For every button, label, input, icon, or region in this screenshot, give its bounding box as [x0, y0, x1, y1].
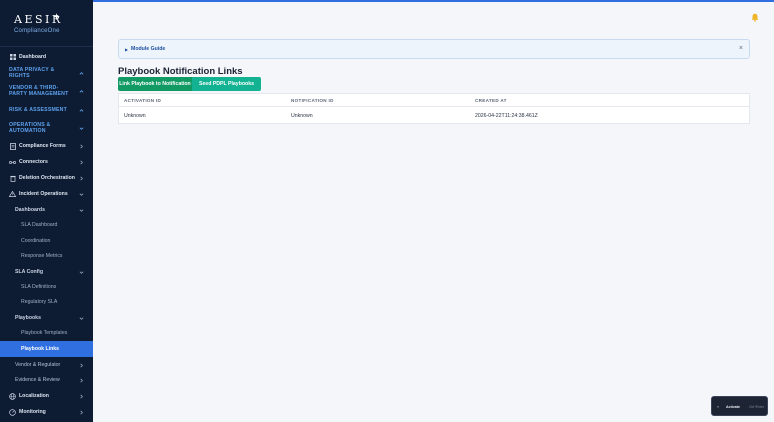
section-label: RISK & ASSESSMENT: [9, 107, 67, 113]
column-header-created-at[interactable]: CREATED AT: [475, 98, 507, 103]
chevron-up-icon: [79, 108, 84, 112]
sidebar-item-playbooks[interactable]: Playbooks: [0, 313, 93, 323]
chevron-right-icon: [80, 394, 83, 398]
link-playbook-button[interactable]: Link Playbook to Notification: [118, 77, 192, 91]
chevron-right-icon: [80, 410, 83, 414]
sidebar-item-label: Incident Operations: [19, 191, 68, 197]
sidebar-item-label: Playbook Links: [21, 346, 60, 352]
chevron-right-icon: [80, 176, 83, 180]
playbook-links-table: ACTIVATION ID NOTIFICATION ID CREATED AT…: [118, 93, 750, 124]
brand-product: ComplianceOne: [14, 28, 60, 34]
sidebar-item-label: Playbook Templates: [21, 330, 68, 336]
grid-icon: [9, 54, 16, 61]
section-label: DATA PRIVACY & RIGHTS: [9, 67, 55, 79]
sidebar-item-response-metrics[interactable]: Response Metrics: [0, 251, 93, 261]
sidebar-item-connectors[interactable]: Connectors: [0, 157, 93, 167]
sidebar-section-operations[interactable]: OPERATIONS & AUTOMATION: [0, 122, 93, 135]
sidebar-item-regulatory-sla[interactable]: Regulatory SLA: [0, 297, 93, 307]
chevrons-left-icon: «: [717, 405, 719, 409]
sidebar-item-playbook-templates[interactable]: Playbook Templates: [0, 328, 93, 338]
top-accent-bar: [0, 0, 774, 2]
chevron-right-icon: [80, 160, 83, 164]
column-header-activation-id[interactable]: ACTIVATION ID: [124, 98, 161, 103]
seed-playbooks-button[interactable]: Seed PDPL Playbooks: [192, 77, 261, 91]
sidebar-item-compliance-forms[interactable]: Compliance Forms: [0, 141, 93, 151]
chevron-down-icon: [79, 192, 84, 196]
module-guide-banner[interactable]: ▶ Module Guide ×: [118, 39, 750, 59]
chevron-up-icon: [79, 71, 84, 75]
sidebar-item-label: Connectors: [19, 159, 48, 165]
sidebar-divider: [0, 46, 93, 47]
table-header: ACTIVATION ID NOTIFICATION ID CREATED AT: [119, 94, 749, 107]
sidebar-item-label: SLA Definitions: [21, 284, 57, 290]
sidebar-section-vendor[interactable]: VENDOR & THIRD-PARTY MANAGEMENT: [0, 85, 93, 98]
sidebar-item-label: Compliance Forms: [19, 143, 66, 149]
page-title: Playbook Notification Links: [118, 66, 243, 77]
cell-notification-id: Unknown: [291, 113, 313, 119]
sidebar-item-label: Monitoring: [19, 409, 46, 415]
toast-label: Activate: [726, 405, 740, 409]
toast-hint: Ctrl+Enter: [749, 405, 764, 409]
sidebar-item-dashboard[interactable]: Dashboard: [0, 52, 93, 62]
sidebar-item-playbook-links[interactable]: Playbook Links: [0, 341, 93, 357]
cell-activation-id: Unknown: [124, 113, 146, 119]
sidebar-item-incident-operations[interactable]: Incident Operations: [0, 189, 93, 199]
sidebar-section-risk[interactable]: RISK & ASSESSMENT: [0, 106, 93, 114]
chevron-down-icon: [79, 127, 84, 130]
chevron-right-icon: [80, 363, 83, 367]
sidebar-item-deletion-orchestration[interactable]: Deletion Orchestration: [0, 173, 93, 183]
sidebar: AESIR ComplianceOne Dashboard DATA PRIVA…: [0, 0, 93, 422]
notification-bell-icon[interactable]: [751, 13, 759, 22]
sidebar-item-dashboards[interactable]: Dashboards: [0, 205, 93, 215]
sidebar-item-label: Evidence & Review: [15, 377, 60, 383]
chevron-right-icon: [80, 378, 83, 382]
sidebar-item-label: Vendor & Regulator: [15, 362, 61, 368]
column-header-notification-id[interactable]: NOTIFICATION ID: [291, 98, 334, 103]
sidebar-item-label: Regulatory SLA: [21, 299, 58, 305]
sidebar-item-sla-definitions[interactable]: SLA Definitions: [0, 282, 93, 292]
sidebar-item-label: Playbooks: [15, 315, 41, 321]
chevron-down-icon: [79, 316, 84, 320]
sidebar-item-monitoring[interactable]: Monitoring: [0, 407, 93, 417]
link-icon: [9, 159, 16, 166]
sidebar-item-sla-config[interactable]: SLA Config: [0, 267, 93, 277]
sidebar-section-data-privacy[interactable]: DATA PRIVACY & RIGHTS: [0, 67, 93, 79]
cell-created-at: 2026-04-22T11:24:38.461Z: [475, 113, 538, 119]
brand-star-icon: [53, 13, 60, 20]
chevron-right-icon: [80, 144, 83, 148]
sidebar-item-vendor-regulator[interactable]: Vendor & Regulator: [0, 360, 93, 370]
sidebar-item-label: Deletion Orchestration: [19, 175, 75, 181]
chevron-down-icon: [79, 270, 84, 274]
sidebar-item-sla-dashboard[interactable]: SLA Dashboard: [0, 220, 93, 230]
sidebar-item-label: SLA Config: [15, 269, 44, 275]
sidebar-item-label: Response Metrics: [21, 253, 63, 259]
sidebar-item-label: Localization: [19, 393, 49, 399]
module-guide-label: Module Guide: [131, 46, 166, 52]
section-label: OPERATIONS & AUTOMATION: [9, 122, 51, 134]
sidebar-item-coordination[interactable]: Coordination: [0, 236, 93, 246]
close-icon[interactable]: ×: [739, 45, 743, 53]
document-icon: [9, 142, 16, 150]
sidebar-item-label: SLA Dashboard: [21, 222, 58, 228]
activate-toast[interactable]: « Activate Ctrl+Enter: [711, 396, 768, 416]
sidebar-item-localization[interactable]: Localization: [0, 391, 93, 401]
expand-triangle-icon: ▶: [125, 47, 129, 52]
globe-icon: [9, 392, 16, 400]
sidebar-item-label: Dashboard: [19, 54, 47, 60]
sidebar-item-evidence-review[interactable]: Evidence & Review: [0, 375, 93, 385]
chevron-down-icon: [79, 208, 84, 212]
trash-icon: [9, 175, 16, 182]
sidebar-item-label: Dashboards: [15, 207, 45, 213]
chevron-up-icon: [79, 90, 84, 93]
gauge-icon: [9, 408, 16, 416]
section-label: VENDOR & THIRD-PARTY MANAGEMENT: [9, 85, 69, 97]
sidebar-item-label: Coordination: [21, 238, 51, 244]
warning-icon: [9, 191, 16, 198]
